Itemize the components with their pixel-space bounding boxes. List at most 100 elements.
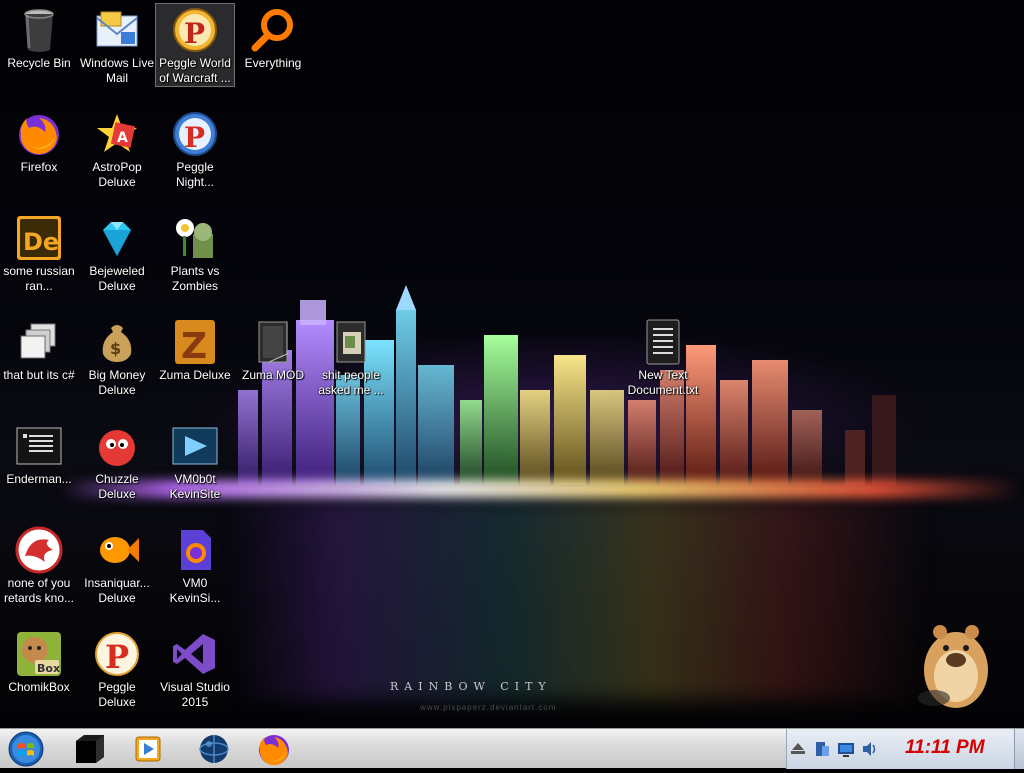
- chomikbox-icon: Box: [15, 630, 63, 678]
- svg-text:De: De: [23, 228, 59, 256]
- taskbar-pinned-terminal-box[interactable]: [70, 731, 110, 767]
- desktop-icon-shit-people-asked-me[interactable]: shit people asked me ...: [312, 316, 390, 398]
- desktop-icon-label: Zuma Deluxe: [159, 368, 231, 382]
- svg-text:P: P: [105, 638, 129, 676]
- astropop-icon: A: [93, 110, 141, 158]
- firefox-icon: [15, 110, 63, 158]
- desktop-icon-vm0-kevinsite[interactable]: VM0 KevinSi...: [156, 524, 234, 606]
- peggle-icon: P: [93, 630, 141, 678]
- svg-text:Z: Z: [181, 326, 207, 366]
- desktop-icon-insaniquarium-deluxe[interactable]: Insaniquar... Deluxe: [78, 524, 156, 606]
- desktop-icon-label: Zuma MOD: [241, 368, 304, 382]
- peggle-nights-icon: P: [171, 110, 219, 158]
- black-box-icon: [76, 735, 104, 763]
- desktop-icon-firefox[interactable]: Firefox: [0, 108, 78, 175]
- network-monitor-icon[interactable]: [837, 740, 855, 758]
- visual-studio-icon: [171, 630, 219, 678]
- desktop-icon-that-but-its-csharp[interactable]: that but its c#: [0, 316, 78, 383]
- desktop-icon-visual-studio-2015[interactable]: Visual Studio 2015: [156, 628, 234, 710]
- chuzzle-icon: [93, 422, 141, 470]
- taskbar-clock[interactable]: 11:11 PM: [905, 737, 985, 759]
- desktop-icon-astropop-deluxe[interactable]: A AstroPop Deluxe: [78, 108, 156, 190]
- taskbar-pinned-media-player[interactable]: [128, 731, 168, 767]
- system-tray: 11:11 PM: [786, 729, 1024, 769]
- desktop-icon-zuma-deluxe[interactable]: Z Zuma Deluxe: [156, 316, 234, 383]
- desktop-icon-new-text-document[interactable]: New Text Document.txt: [624, 316, 702, 398]
- taskbar: 11:11 PM: [0, 728, 1024, 769]
- svg-text:Box: Box: [37, 662, 60, 675]
- folder-icon: [249, 318, 297, 366]
- globe-icon: [199, 735, 229, 763]
- svg-text:A: A: [117, 130, 128, 146]
- desktop-icon-enderman[interactable]: Enderman...: [0, 420, 78, 487]
- desktop-icon-label: Enderman...: [6, 472, 72, 486]
- peggle-wow-icon: P: [171, 6, 219, 54]
- desktop-icon-vm0b0t-kevinsite[interactable]: VM0b0t KevinSite: [156, 420, 234, 502]
- goldfish-icon: [93, 526, 141, 574]
- desktop-icon-peggle-deluxe[interactable]: P Peggle Deluxe: [78, 628, 156, 710]
- zuma-icon: Z: [171, 318, 219, 367]
- adobe-de-icon: De: [15, 214, 63, 262]
- water-reflection: [230, 500, 930, 700]
- desktop-icon-label: Peggle Night...: [175, 160, 214, 189]
- desktop-icon-zuma-mod[interactable]: Zuma MOD: [234, 316, 312, 383]
- recycle-bin-icon: [15, 6, 63, 54]
- desktop-icon-label: shit people asked me ...: [318, 368, 384, 397]
- show-desktop-button[interactable]: [1014, 729, 1024, 769]
- taskbar-pinned-globe[interactable]: [194, 731, 234, 767]
- desktop-icon-everything[interactable]: Everything: [234, 4, 312, 71]
- device-manager-tray-icon[interactable]: [813, 740, 831, 758]
- firefox-icon: [259, 735, 289, 766]
- desktop-icon-label: VM0 KevinSi...: [169, 576, 221, 605]
- magnifier-icon: [249, 6, 297, 54]
- terminal-window-icon: [15, 422, 63, 470]
- desktop-icon-label: Peggle World of Warcraft ...: [159, 56, 231, 85]
- desktop-wallpaper[interactable]: RAINBOW CITY www.pixpaperz.deviantart.co…: [0, 0, 1024, 728]
- desktop-icon-plants-vs-zombies[interactable]: Plants vs Zombies: [156, 212, 234, 294]
- desktop-icon-label: Firefox: [20, 160, 58, 174]
- desktop-icon-label: Big Money Deluxe: [88, 368, 146, 397]
- text-document-icon: [639, 318, 687, 366]
- firefox-file-icon: [171, 526, 219, 574]
- desktop-icon-label: Recycle Bin: [7, 56, 71, 70]
- desktop-icon-big-money-deluxe[interactable]: $ Big Money Deluxe: [78, 316, 156, 398]
- start-button[interactable]: [6, 730, 46, 768]
- wallpaper-url: www.pixpaperz.deviantart.com: [420, 703, 557, 712]
- taskbar-pinned-firefox[interactable]: [254, 731, 294, 767]
- desktop-icon-label: Chuzzle Deluxe: [95, 472, 139, 501]
- desktop-icon-chuzzle-deluxe[interactable]: Chuzzle Deluxe: [78, 420, 156, 502]
- desktop-icon-label: New Text Document.txt: [627, 368, 699, 397]
- diamond-icon: [93, 214, 141, 262]
- desktop-icon-label: Bejeweled Deluxe: [89, 264, 145, 293]
- mail-icon: [93, 6, 141, 54]
- media-shortcut-icon: [171, 422, 219, 470]
- desktop-icon-label: Visual Studio 2015: [160, 680, 230, 709]
- desktop-icon-chomikbox[interactable]: Box ChomikBox: [0, 628, 78, 695]
- desktop-icon-some-russian-ran[interactable]: De some russian ran...: [0, 212, 78, 294]
- desktop-icon-bejeweled-deluxe[interactable]: Bejeweled Deluxe: [78, 212, 156, 294]
- desktop-icon-recycle-bin[interactable]: Recycle Bin: [0, 4, 78, 71]
- folder-icon: [327, 318, 375, 366]
- desktop-icon-label: Insaniquar... Deluxe: [84, 576, 150, 605]
- desktop-icon-label: Plants vs Zombies: [170, 264, 220, 293]
- svg-text:P: P: [184, 17, 205, 50]
- desktop-icon-label: ChomikBox: [8, 680, 70, 694]
- desktop-icon-label: Everything: [244, 56, 302, 70]
- desktop-icon-label: Windows Live Mail: [79, 56, 155, 85]
- media-player-icon: [135, 736, 161, 762]
- desktop-icon-label: none of you retards kno...: [3, 576, 75, 605]
- plants-vs-zombies-icon: [171, 214, 219, 262]
- show-hidden-icons-arrow-icon[interactable]: [789, 740, 807, 758]
- desktop-icon-label: that but its c#: [3, 368, 75, 382]
- desktop-icon-none-of-you[interactable]: none of you retards kno...: [0, 524, 78, 606]
- wallpaper-title: RAINBOW CITY: [390, 680, 552, 693]
- desktop-icon-windows-live-mail[interactable]: Windows Live Mail: [78, 4, 156, 86]
- svg-text:P: P: [184, 121, 205, 154]
- volume-icon[interactable]: [861, 740, 879, 758]
- red-dragon-icon: [15, 526, 63, 574]
- svg-text:$: $: [110, 339, 121, 358]
- desktop-icon-label: VM0b0t KevinSite: [169, 472, 221, 501]
- hamster-pet-icon[interactable]: [910, 610, 994, 710]
- desktop-icon-peggle-nights[interactable]: P Peggle Night...: [156, 108, 234, 190]
- desktop-icon-peggle-world-of-warcraft[interactable]: P Peggle World of Warcraft ...: [155, 3, 235, 87]
